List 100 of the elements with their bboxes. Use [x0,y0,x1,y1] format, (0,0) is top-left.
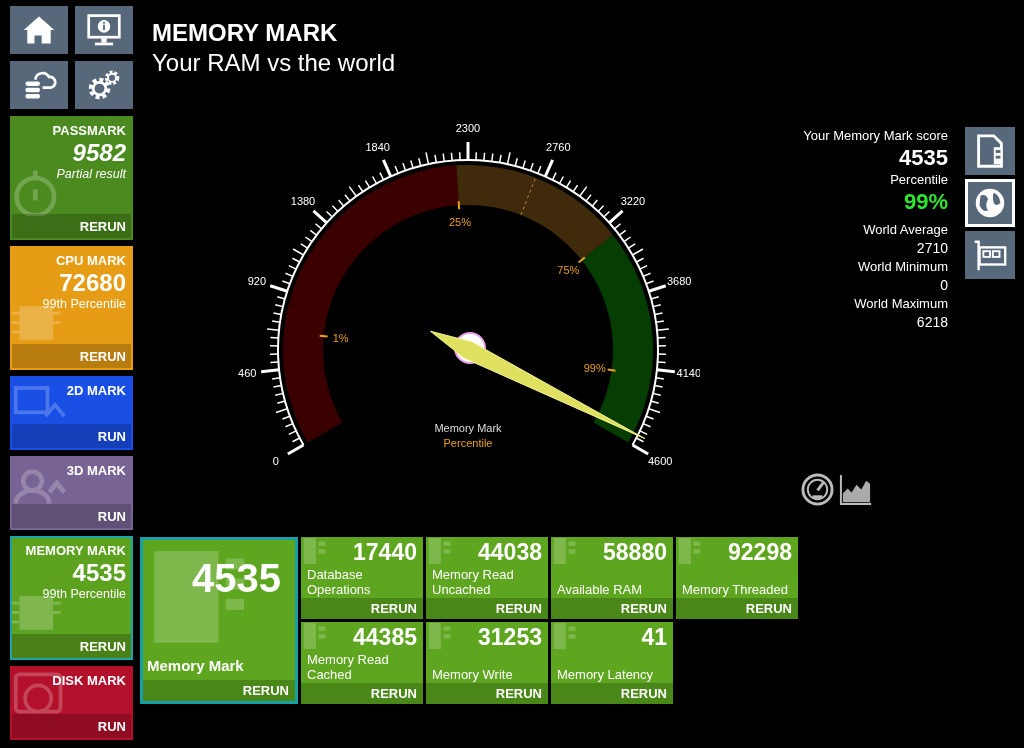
stat-label: World Average [863,221,948,239]
monitor-info-icon [86,13,122,47]
test-score: 31253 [478,624,542,650]
rerun-label: RERUN [620,686,667,701]
stat-label: World Maximum [854,295,948,313]
test-tile[interactable]: 31253 Memory Write RERUN [426,622,548,704]
rerun-label: RERUN [242,683,289,698]
rerun-label: RERUN [370,601,417,616]
view-button[interactable] [965,179,1015,227]
tile-title: MEMORY MARK [25,542,126,559]
rerun-label: RERUN [495,601,542,616]
test-label: Available RAM [557,582,644,597]
benchmark-tile[interactable]: CPU MARK 72680 99th Percentile RERUN [10,246,133,370]
home-button[interactable] [10,6,68,54]
test-label: Memory Write [432,667,514,682]
stat-label: World Minimum [857,258,948,276]
tile-subtitle: 99th Percentile [42,587,126,602]
percentile-label: Percentile [890,171,948,189]
rerun-label: RERUN [495,686,542,701]
tile-label: Memory Mark [147,657,245,674]
tile-title: DISK MARK [52,672,126,689]
memory-mark-tile[interactable]: 4535 Memory Mark RERUN [140,537,298,704]
benchmark-tile[interactable]: 2D MARK RUN [10,376,133,450]
tile-score: 72680 [59,269,126,297]
score-label: Your Memory Mark score [803,127,948,145]
tile-score: 4535 [72,559,126,587]
gauge-caption: Memory Mark [434,422,502,434]
memory-chip-watermark-icon [302,538,328,564]
run-label: RERUN [79,348,126,364]
settings-icon [86,68,122,102]
view-button[interactable] [965,127,1015,175]
benchmark-tile[interactable]: 3D MARK RUN [10,456,133,530]
test-label: Memory Threaded [682,582,789,597]
settings-button[interactable] [75,61,133,109]
test-score: 44038 [478,539,542,565]
scale-label: 460 [238,367,257,380]
run-label: RERUN [79,638,126,654]
scale-label: 4140 [676,367,700,380]
percentile-value: 99% [903,189,948,215]
test-tile[interactable]: 92298 Memory Threaded RERUN [676,537,798,619]
gauge-icon[interactable] [800,472,835,507]
test-tile[interactable]: 44385 Memory Read Cached RERUN [301,622,423,704]
scale-label: 4600 [648,455,673,467]
cloud-database-button[interactable] [10,61,68,109]
scale-label: 0 [272,455,279,467]
stat-value: 0 [940,276,948,295]
tile-title: 3D MARK [66,462,126,479]
benchmark-tile[interactable]: PASSMARK 9582 Partial result RERUN [10,116,133,240]
scale-label: 3220 [620,195,646,208]
percentile-label: 25% [448,216,471,229]
test-score: 44385 [353,624,417,650]
test-score: 58880 [603,539,667,565]
scale-label: 2760 [546,141,571,154]
test-label: Memory Read Uncached [432,567,515,597]
tile-subtitle: Partial result [56,167,126,182]
test-tile[interactable]: 44038 Memory Read Uncached RERUN [426,537,548,619]
memory-chip-watermark-icon [552,623,578,649]
memory-chip-watermark-icon [302,623,328,649]
area-chart-icon[interactable] [838,472,873,507]
tile-title: CPU MARK [55,252,126,269]
tile-subtitle: 99th Percentile [42,297,126,312]
tile-title: 2D MARK [66,382,126,399]
test-score: 41 [641,624,667,650]
benchmark-tile[interactable]: MEMORY MARK 4535 99th Percentile RERUN [10,536,133,660]
rerun-label: RERUN [620,601,667,616]
tile-score: 9582 [72,139,126,167]
run-label: RUN [97,508,126,524]
benchmark-tile[interactable]: DISK MARK RUN [10,666,133,740]
score-value: 4535 [899,145,948,171]
page-subtitle: Your RAM vs the world [152,48,397,78]
memory-chip-watermark-icon [427,623,453,649]
memory-chip-watermark-icon [427,538,453,564]
score-value: 4535 [192,556,282,601]
stat-value: 6218 [916,313,948,332]
percentile-label: 75% [557,264,580,277]
scale-label: 920 [247,275,267,288]
rerun-label: RERUN [745,601,792,616]
percentile-label: 99% [583,361,606,374]
test-tile[interactable]: 17440 Database Operations RERUN [301,537,423,619]
test-score: 92298 [728,539,792,565]
percentile-label: 1% [332,331,349,344]
page-title: MEMORY MARK [152,18,339,48]
scale-label: 1840 [365,141,390,154]
system-info-button[interactable] [75,6,133,54]
memory-chip-watermark-icon [552,538,578,564]
gauge-subcaption: Percentile [443,437,493,449]
run-label: RERUN [79,218,126,234]
run-label: RUN [97,428,126,444]
tile-title: PASSMARK [52,122,126,139]
rerun-label: RERUN [370,686,417,701]
average-marker-line [520,177,536,216]
memory-chip-watermark-icon [677,538,703,564]
test-label: Memory Read Cached [307,652,390,682]
test-label: Database Operations [307,567,372,597]
test-tile[interactable]: 41 Memory Latency RERUN [551,622,673,704]
scale-label: 2300 [455,122,481,134]
test-tile[interactable]: 58880 Available RAM RERUN [551,537,673,619]
scale-label: 3680 [666,275,692,288]
scale-label: 1380 [290,195,316,208]
view-button[interactable] [965,231,1015,279]
